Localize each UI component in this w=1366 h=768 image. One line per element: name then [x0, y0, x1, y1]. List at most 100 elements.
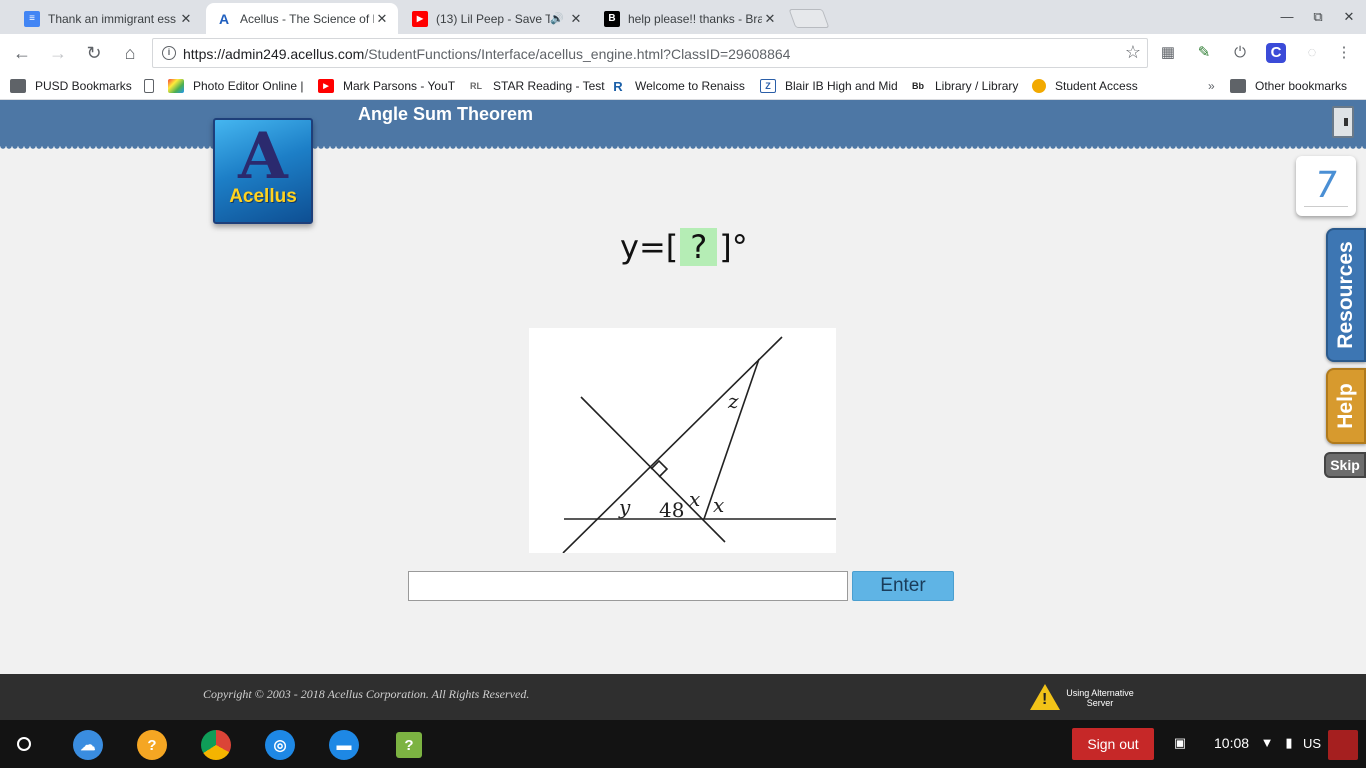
get-help-app-icon[interactable]: ? — [137, 730, 167, 760]
c-extension-icon[interactable]: C — [1266, 43, 1286, 63]
bookmark-blank-page[interactable] — [144, 77, 163, 95]
exit-door-icon[interactable] — [1332, 106, 1354, 138]
tab-brainly[interactable]: B help please!! thanks - Bra ✕ — [594, 3, 786, 34]
zangle-icon: Z — [760, 79, 776, 93]
enter-button[interactable]: Enter — [852, 571, 954, 601]
banner-scallop — [0, 146, 1366, 152]
acellus-page: Angle Sum Theorem A Acellus 7 Resources … — [0, 100, 1366, 674]
sign-out-button[interactable]: Sign out — [1072, 728, 1154, 760]
close-icon[interactable]: ✕ — [762, 11, 778, 27]
back-icon[interactable]: ← — [9, 41, 35, 65]
bookmark-star-icon[interactable]: ☆ — [1125, 42, 1141, 63]
bookmark-label: Mark Parsons - YouT — [343, 79, 456, 93]
diagram-svg: z y x x 48 — [562, 336, 836, 554]
question-suffix: ]° — [719, 228, 748, 266]
new-tab-button[interactable] — [788, 9, 830, 28]
bookmark-star-reading[interactable]: RL STAR Reading - Test — [468, 77, 605, 95]
site-info-icon[interactable]: i — [162, 46, 176, 60]
bookmark-label: PUSD Bookmarks — [35, 79, 132, 93]
other-bookmarks[interactable]: Other bookmarks — [1230, 77, 1347, 95]
page-icon — [144, 79, 154, 93]
minimize-icon[interactable]: — — [1272, 5, 1302, 29]
docs-icon: ≡ — [24, 10, 40, 27]
folder-icon — [1230, 79, 1246, 93]
bookmark-blair-ib[interactable]: Z Blair IB High and Mid — [760, 77, 898, 95]
bookmarks-overflow-icon[interactable]: » — [1208, 77, 1215, 95]
bookmark-mark-parsons[interactable]: ▶ Mark Parsons - YouT — [318, 77, 455, 95]
bookmark-label: Welcome to Renaiss — [635, 79, 745, 93]
geometry-diagram: z y x x 48 — [529, 328, 836, 554]
bookmark-renaissance[interactable]: R Welcome to Renaiss — [610, 77, 745, 95]
photo-editor-icon — [168, 79, 184, 93]
bookmark-label: Photo Editor Online | — [193, 79, 304, 93]
label-z: z — [727, 389, 739, 413]
clock[interactable]: 10:08 — [1214, 735, 1249, 751]
bookmark-label: Other bookmarks — [1255, 79, 1348, 93]
chrome-app-icon[interactable] — [201, 730, 231, 760]
student-access-icon — [1032, 79, 1046, 93]
warning-icon — [1030, 684, 1060, 710]
avatar[interactable] — [1328, 730, 1358, 760]
label-48: 48 — [659, 498, 684, 522]
logo-text: Acellus — [229, 186, 297, 207]
files-app-icon[interactable]: ▬ — [329, 730, 359, 760]
tab-youtube[interactable]: ▶ (13) Lil Peep - Save T 🔊 ✕ — [402, 3, 592, 34]
close-icon[interactable]: ✕ — [374, 11, 390, 27]
close-icon[interactable]: ✕ — [178, 11, 194, 27]
tab-title: help please!! thanks - Bra — [628, 11, 762, 26]
menu-icon[interactable]: ⋮ — [1334, 43, 1354, 63]
blackboard-icon: Bb — [910, 79, 926, 93]
youtube-icon: ▶ — [318, 79, 334, 93]
bookmark-label: STAR Reading - Test — [493, 79, 605, 93]
help-label: Help — [1334, 383, 1357, 429]
renaissance-icon: R — [610, 79, 626, 94]
acellus-logo: A Acellus — [213, 118, 313, 224]
answer-input[interactable] — [408, 571, 848, 601]
power-icon[interactable]: ⏻ — [1230, 43, 1250, 63]
perpendicular-line — [580, 396, 726, 543]
wifi-icon[interactable]: ▼ — [1258, 734, 1276, 752]
bookmark-library[interactable]: Bb Library / Library — [910, 77, 1018, 95]
screenshot-icon[interactable]: ▣ — [1171, 734, 1189, 752]
renaissance-rl-icon: RL — [468, 79, 484, 93]
launcher-icon[interactable] — [17, 737, 31, 751]
bookmark-pusd[interactable]: PUSD Bookmarks — [10, 77, 132, 95]
tab-docs[interactable]: ≡ Thank an immigrant ess ✕ — [14, 3, 202, 34]
skip-button[interactable]: Skip — [1324, 452, 1366, 478]
kami-icon[interactable]: ✎ — [1194, 43, 1214, 63]
question-prompt: y=[?]° — [620, 228, 748, 266]
tab-title: Thank an immigrant ess — [48, 11, 177, 26]
bookmark-student-access[interactable]: Student Access — [1032, 77, 1138, 95]
tab-strip: ≡ Thank an immigrant ess ✕ A Acellus - T… — [0, 0, 1366, 34]
url-path: /StudentFunctions/Interface/acellus_engi… — [364, 46, 791, 62]
question-prefix: y=[ — [620, 228, 679, 266]
home-icon[interactable]: ⌂ — [117, 41, 143, 65]
bookmark-photo-editor[interactable]: Photo Editor Online | — [168, 77, 304, 95]
label-x-right: x — [713, 493, 724, 517]
qr-code-icon[interactable]: ▦ — [1158, 43, 1178, 63]
speaker-icon[interactable]: 🔊 — [550, 12, 564, 25]
files-sync-app-icon[interactable]: ☁ — [73, 730, 103, 760]
camera-app-icon[interactable]: ◎ — [265, 730, 295, 760]
chromeos-shelf: ☁ ? ◎ ▬ ? Sign out ▣ 10:08 ▼ ▮ US — [0, 720, 1366, 768]
restore-icon[interactable]: ⧉ — [1303, 5, 1333, 29]
copyright-text: Copyright © 2003 - 2018 Acellus Corporat… — [203, 687, 530, 701]
help-tab[interactable]: Help — [1326, 368, 1366, 444]
brainly-icon: B — [604, 10, 620, 27]
folder-icon — [10, 79, 26, 93]
resources-label: Resources — [1334, 241, 1357, 349]
tab-acellus[interactable]: A Acellus - The Science of L ✕ — [206, 3, 398, 34]
circle-extension-icon[interactable]: ◌ — [1302, 43, 1322, 63]
battery-icon[interactable]: ▮ — [1280, 734, 1298, 752]
reload-icon[interactable]: ↻ — [81, 41, 107, 65]
bookmark-label: Student Access — [1055, 79, 1138, 93]
close-icon[interactable]: ✕ — [568, 11, 584, 27]
address-bar[interactable]: i https://admin249.acellus.com/StudentFu… — [152, 38, 1148, 68]
help-app-icon[interactable]: ? — [396, 732, 422, 758]
input-method-indicator[interactable]: US — [1303, 736, 1321, 751]
resources-tab[interactable]: Resources — [1326, 228, 1366, 362]
tab-title: Acellus - The Science of L — [240, 11, 374, 26]
close-window-icon[interactable]: ✕ — [1334, 5, 1364, 29]
forward-icon[interactable]: → — [45, 41, 71, 65]
problem-count: 7 — [1311, 165, 1341, 206]
